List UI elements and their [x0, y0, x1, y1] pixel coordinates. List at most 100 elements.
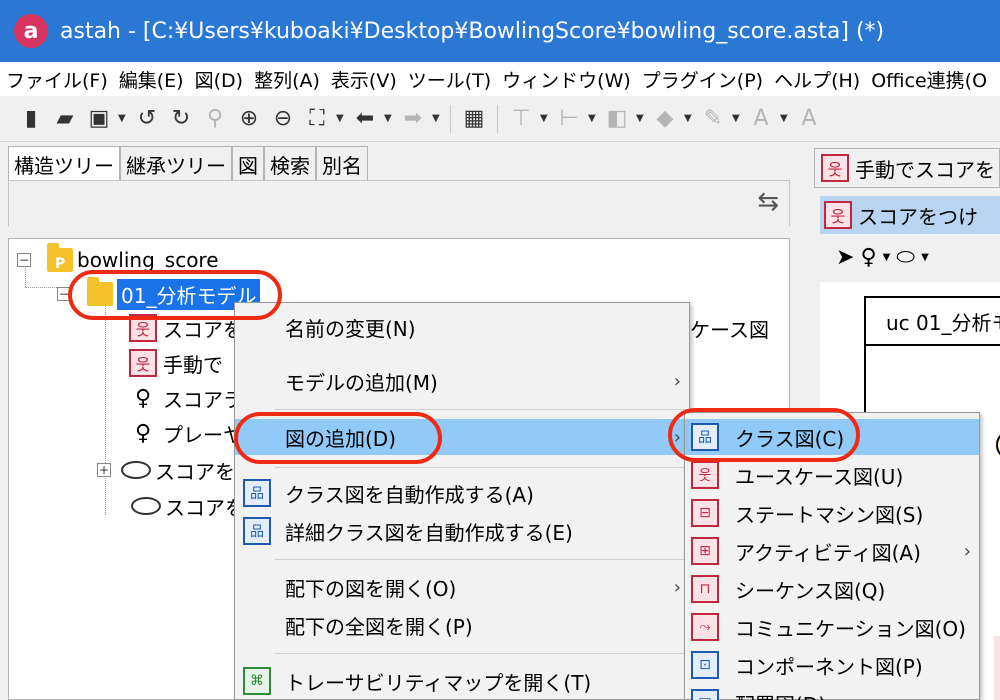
component-diagram-icon: ⊡	[691, 651, 719, 679]
open-folder-icon[interactable]: ▰	[50, 104, 80, 134]
tree-node-model[interactable]: − 01_分析モデル	[57, 277, 261, 311]
project-icon: P	[47, 243, 73, 272]
menu-tools[interactable]: ツール(T)	[402, 66, 496, 93]
fit-dropdown-icon[interactable]: ▼	[336, 113, 346, 124]
new-file-icon[interactable]: ▮	[16, 104, 46, 134]
tab-search[interactable]: 検索	[264, 146, 316, 180]
menu-window[interactable]: ウィンドウ(W)	[496, 66, 636, 93]
submenu-item-state-machine-diagram[interactable]: ⊟ ステートマシン図(S)	[685, 495, 979, 531]
menu-item-add-model[interactable]: モデルの追加(M) ›	[235, 363, 689, 399]
usecase-diagram-icon: 웃	[821, 154, 849, 182]
zoom-in-icon[interactable]: ⊕	[234, 104, 264, 134]
fit-window-icon[interactable]: ⛶	[302, 104, 332, 134]
diagram-tab[interactable]: 웃 手動でスコアを	[814, 148, 1000, 188]
tree-node-label: 手動で	[163, 352, 223, 377]
menu-bar: ファイル(F) 編集(E) 図(D) 整列(A) 表示(V) ツール(T) ウィ…	[0, 62, 1000, 96]
tree-node-actor[interactable]: ♀ スコアラ	[129, 381, 243, 415]
fill-color-dropdown-icon[interactable]: ▼	[684, 113, 694, 124]
zoom-out-icon[interactable]: ⊖	[268, 104, 298, 134]
communication-diagram-icon: ⤳	[691, 613, 719, 641]
toolbar-separator	[497, 104, 498, 133]
align-top-icon[interactable]: ⊤	[506, 104, 536, 134]
save-dropdown-icon[interactable]: ▼	[118, 113, 128, 124]
submenu-item-component-diagram[interactable]: ⊡ コンポーネント図(P)	[685, 647, 979, 683]
forward-dropdown-icon[interactable]: ▼	[432, 113, 442, 124]
context-menu: 名前の変更(N) モデルの追加(M) › 図の追加(D) › 品 クラス図を自動…	[234, 302, 690, 700]
tree-node-usecase-diagram[interactable]: 웃 手動で	[129, 346, 223, 380]
tab-diagram[interactable]: 図	[232, 146, 264, 180]
submenu-item-class-diagram[interactable]: 品 クラス図(C)	[685, 419, 979, 455]
usecase-icon	[131, 497, 161, 515]
align-left-icon[interactable]: ⊢	[554, 104, 584, 134]
menu-item-open-child-diagrams[interactable]: 配下の図を開く(O) ›	[235, 569, 689, 605]
font-color-icon[interactable]: A	[746, 104, 776, 134]
submenu-item-deployment-diagram[interactable]: ▣ 配置図(D)	[685, 685, 979, 700]
tree-node-label: スコアラ	[163, 387, 243, 412]
menu-office[interactable]: Office連携(O	[865, 66, 992, 93]
fill-color-icon[interactable]: ◆	[650, 104, 680, 134]
menu-item-auto-detail-class-diagram[interactable]: 品 詳細クラス図を自動作成する(E)	[235, 513, 689, 549]
line-color-dropdown-icon[interactable]: ▼	[732, 113, 742, 124]
actor-tool-dropdown-icon[interactable]: ▼	[883, 252, 891, 263]
menu-item-auto-class-diagram[interactable]: 品 クラス図を自動作成する(A)	[235, 475, 689, 511]
line-color-icon[interactable]: ✎	[698, 104, 728, 134]
menu-item-traceability-map[interactable]: ⌘ トレーサビリティマップを開く(T)	[235, 663, 689, 699]
save-icon[interactable]: ▣	[84, 104, 114, 134]
expand-toggle-icon[interactable]: +	[97, 463, 111, 477]
menu-view[interactable]: 表示(V)	[325, 66, 402, 93]
menu-item-rename[interactable]: 名前の変更(N)	[235, 309, 689, 345]
submenu-item-usecase-diagram[interactable]: 웃 ユースケース図(U)	[685, 457, 979, 493]
tree-node-actor[interactable]: ♀ プレーヤ	[129, 416, 243, 450]
tab-structure-tree[interactable]: 構造ツリー	[8, 146, 120, 180]
diagram-tab-active[interactable]: 웃 スコアをつけ	[820, 196, 1000, 234]
tree-node-usecase[interactable]: スコアを	[131, 489, 245, 523]
tree-node-usecase[interactable]: + スコアを	[97, 453, 235, 487]
back-dropdown-icon[interactable]: ▼	[384, 113, 394, 124]
zoom-icon[interactable]: ⚲	[200, 104, 230, 134]
bring-front-dropdown-icon[interactable]: ▼	[636, 113, 646, 124]
actor-tool-icon[interactable]: ♀	[860, 245, 876, 270]
project-view-tabs: 構造ツリー 継承ツリー 図 検索 別名	[8, 146, 368, 180]
tab-inheritance-tree[interactable]: 継承ツリー	[120, 146, 232, 180]
menu-edit[interactable]: 編集(E)	[113, 66, 189, 93]
tree-node-project[interactable]: − P bowling_score	[17, 243, 219, 277]
actor-head-shape	[996, 430, 1000, 460]
underlying-tree-text: ケース図	[690, 318, 769, 342]
diagram-tab-label: 手動でスコアを	[855, 157, 995, 182]
forward-icon[interactable]: ➡	[398, 104, 428, 134]
menu-plugin[interactable]: プラグイン(P)	[636, 66, 768, 93]
menu-item-label: 図の追加(D)	[285, 426, 397, 451]
diagram-tab-label: スコアをつけ	[858, 204, 978, 229]
menu-diagram[interactable]: 図(D)	[189, 66, 248, 93]
submenu-item-activity-diagram[interactable]: ⊞ アクティビティ図(A) ›	[685, 533, 979, 569]
menu-separator	[275, 653, 687, 654]
back-icon[interactable]: ⬅	[350, 104, 380, 134]
usecase-tool-icon[interactable]: ⬭	[896, 245, 915, 270]
sync-icon[interactable]: ⇆	[757, 187, 779, 217]
collapse-toggle-icon[interactable]: −	[57, 287, 71, 301]
usecase-tool-dropdown-icon[interactable]: ▼	[921, 252, 929, 263]
menu-file[interactable]: ファイル(F)	[0, 66, 113, 93]
class-diagram-icon: 品	[691, 423, 719, 451]
menu-item-open-all-child-diagrams[interactable]: 配下の全図を開く(P)	[235, 607, 689, 643]
undo-icon[interactable]: ↺	[132, 104, 162, 134]
layout-icon[interactable]: ▦	[459, 104, 489, 134]
align-left-dropdown-icon[interactable]: ▼	[588, 113, 598, 124]
font-size-icon[interactable]: A	[794, 104, 824, 134]
submenu-item-communication-diagram[interactable]: ⤳ コミュニケーション図(O)	[685, 609, 979, 645]
bring-front-icon[interactable]: ◧	[602, 104, 632, 134]
tree-node-label: プレーヤ	[163, 422, 243, 447]
select-arrow-icon[interactable]: ➤	[836, 245, 854, 270]
redo-icon[interactable]: ↻	[166, 104, 196, 134]
usecase-diagram-icon: 웃	[129, 349, 157, 377]
tree-node-usecase-diagram[interactable]: 웃 スコアを	[129, 311, 243, 345]
menu-item-add-diagram[interactable]: 図の追加(D) ›	[235, 419, 689, 455]
menu-help[interactable]: ヘルプ(H)	[768, 66, 865, 93]
tab-alias[interactable]: 別名	[316, 146, 368, 180]
usecase-diagram-icon: 웃	[824, 201, 852, 229]
submenu-item-sequence-diagram[interactable]: ⊓ シーケンス図(Q)	[685, 571, 979, 607]
collapse-toggle-icon[interactable]: −	[17, 253, 31, 267]
menu-align[interactable]: 整列(A)	[248, 66, 325, 93]
font-color-dropdown-icon[interactable]: ▼	[780, 113, 790, 124]
align-top-dropdown-icon[interactable]: ▼	[540, 113, 550, 124]
